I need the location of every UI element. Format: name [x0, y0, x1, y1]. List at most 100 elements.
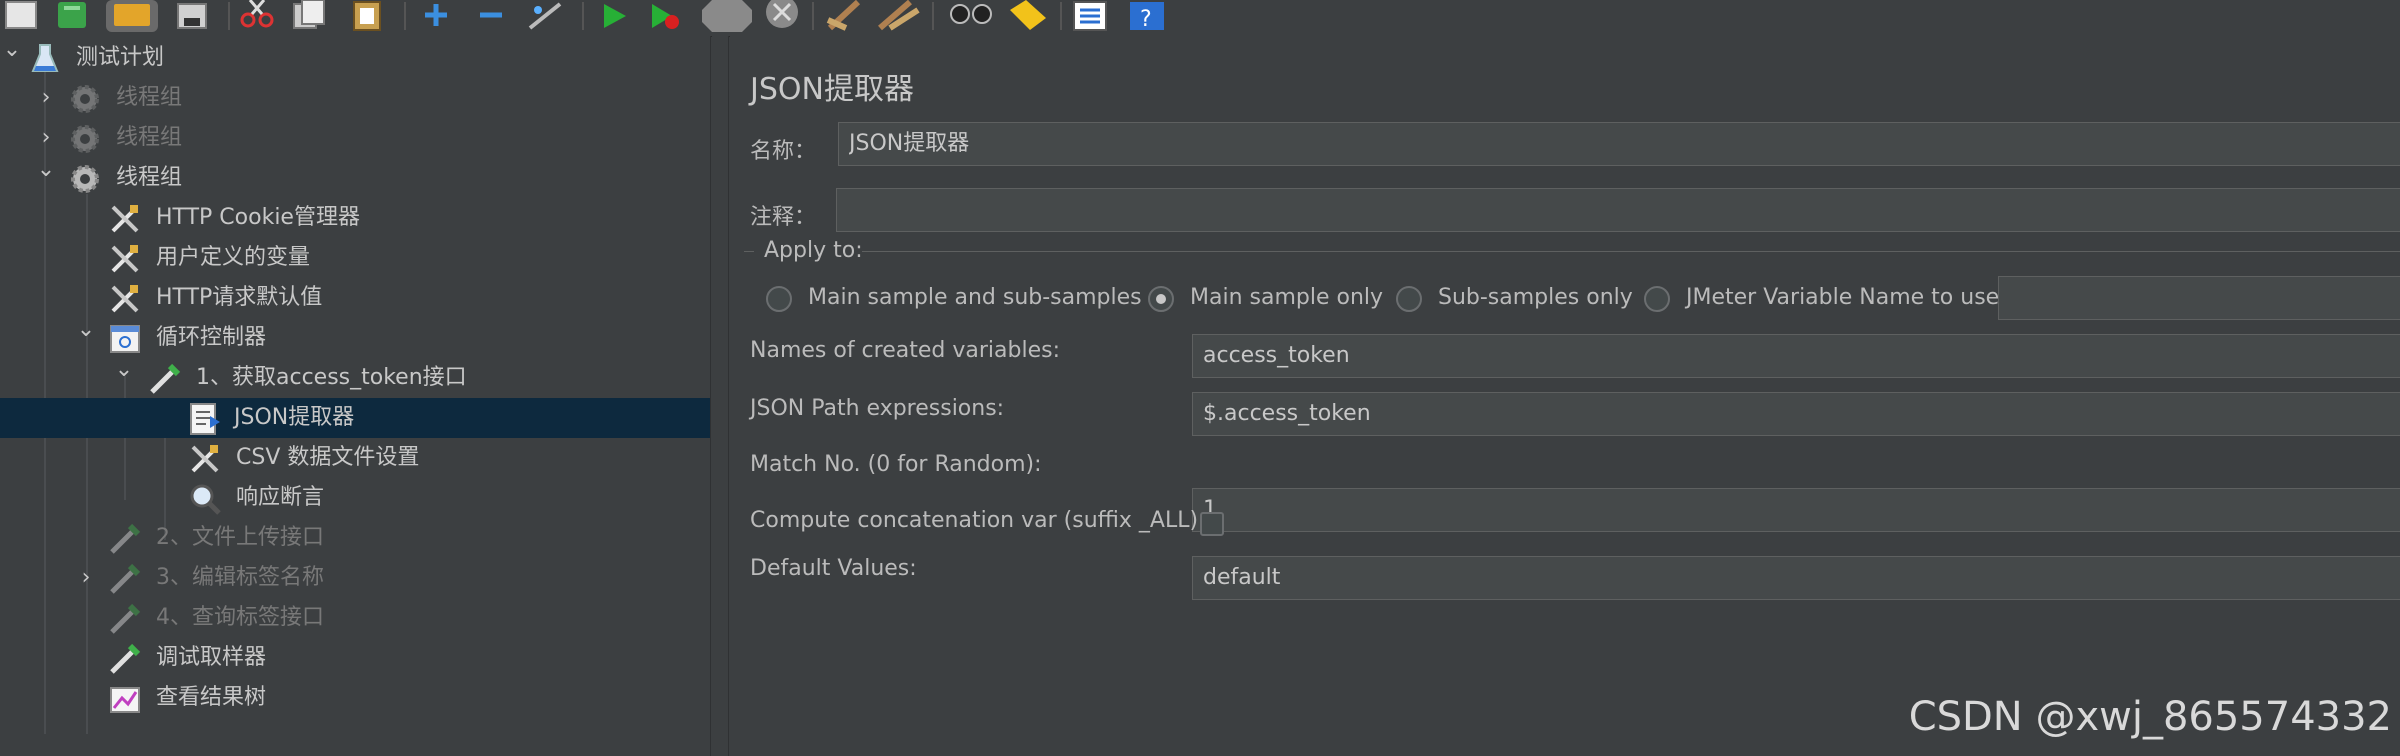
split-pane-divider[interactable]	[712, 36, 729, 756]
tree-node[interactable]: 响应断言	[0, 478, 710, 518]
tree-node-label: 响应断言	[236, 485, 325, 510]
tree-node-label: 调试取样器	[156, 645, 267, 670]
tree-node[interactable]: › 线程组	[0, 78, 710, 118]
help-icon[interactable]: ?	[1130, 2, 1164, 32]
radio-label-main-and-sub: Main sample and sub-samples	[808, 285, 1142, 310]
post-processor-icon	[188, 402, 222, 436]
tree-node[interactable]: ⌄ 线程组	[0, 158, 710, 198]
chevron-down-icon[interactable]: ⌄	[74, 318, 98, 342]
tree-node[interactable]: JSON提取器	[0, 398, 710, 438]
radio-label-main-only: Main sample only	[1190, 285, 1384, 310]
reset-search-icon[interactable]	[1010, 0, 1046, 30]
concat-checkbox[interactable]	[1200, 512, 1224, 536]
radio-main-and-sub-samples[interactable]	[766, 286, 792, 312]
apply-to-group-border	[862, 251, 2400, 252]
test-plan-icon	[28, 42, 62, 76]
search-icon[interactable]	[950, 4, 992, 24]
tree-node-label: 用户定义的变量	[156, 245, 311, 270]
tree-node-label: 测试计划	[76, 45, 165, 70]
function-helper-icon[interactable]	[1073, 1, 1107, 31]
expand-icon[interactable]	[425, 4, 447, 26]
tree-node[interactable]: HTTP请求默认值	[0, 278, 710, 318]
tree-node[interactable]: CSV 数据文件设置	[0, 438, 710, 478]
chevron-right-icon[interactable]: ›	[34, 86, 58, 110]
tree-node[interactable]: 2、文件上传接口	[0, 518, 710, 558]
config-element-icon	[188, 442, 222, 476]
config-element-icon	[108, 242, 142, 276]
name-field[interactable]	[838, 122, 2400, 166]
tree-node[interactable]: ⌄ 测试计划	[0, 38, 710, 78]
open-icon[interactable]	[106, 0, 158, 32]
start-icon[interactable]	[604, 4, 626, 28]
copy-icon[interactable]	[293, 0, 325, 29]
tree-node[interactable]: › 3、编辑标签名称	[0, 558, 710, 598]
comment-label: 注释：	[750, 205, 817, 230]
listener-chart-icon	[108, 682, 142, 716]
thread-group-icon	[68, 162, 102, 196]
clear-icon[interactable]	[826, 0, 861, 31]
tree-node-label: 4、查询标签接口	[156, 605, 324, 630]
comment-field[interactable]	[836, 188, 2400, 232]
config-element-icon	[108, 202, 142, 236]
assertion-magnifier-icon	[188, 482, 222, 516]
new-icon[interactable]	[5, 1, 37, 29]
tree-node[interactable]: › 线程组	[0, 118, 710, 158]
watermark: CSDN @xwj_865574332	[1908, 694, 2392, 740]
thread-group-icon	[68, 82, 102, 116]
match-no-field[interactable]	[1192, 488, 2400, 532]
thread-group-icon	[68, 122, 102, 156]
json-path-label: JSON Path expressions:	[750, 396, 1005, 421]
name-label: 名称：	[750, 139, 817, 164]
tree-node-label: 3、编辑标签名称	[156, 565, 324, 590]
tree-node[interactable]: 查看结果树	[0, 678, 710, 718]
loop-controller-icon	[108, 322, 142, 356]
cut-icon[interactable]	[240, 0, 274, 28]
clear-all-icon[interactable]	[878, 0, 920, 31]
match-no-label: Match No. (0 for Random):	[750, 452, 1042, 477]
jmeter-variable-name-field[interactable]	[1998, 276, 2400, 320]
templates-icon[interactable]	[58, 2, 86, 28]
apply-to-label: Apply to:	[764, 238, 863, 263]
config-element-icon	[108, 282, 142, 316]
stop-icon[interactable]	[702, 0, 752, 32]
chevron-down-icon[interactable]: ⌄	[34, 158, 58, 182]
sampler-pipette-icon	[108, 602, 142, 636]
chevron-down-icon[interactable]: ⌄	[0, 38, 24, 62]
tree-node-label: 查看结果树	[156, 685, 267, 710]
json-extractor-panel: JSON提取器 名称： 注释： Apply to: Main sample an…	[730, 36, 2400, 756]
toolbar: ?	[0, 0, 2400, 37]
tree-node-label: HTTP Cookie管理器	[156, 205, 360, 230]
save-icon[interactable]	[177, 3, 207, 29]
start-no-pause-icon[interactable]	[652, 4, 679, 29]
test-plan-tree[interactable]: ⌄ 测试计划 › 线程组 › 线程组 ⌄ 线程组 HTTP Cookie管理器 用户定义的变量 HT…	[0, 36, 711, 756]
panel-title: JSON提取器	[750, 72, 914, 107]
sampler-pipette-icon	[108, 522, 142, 556]
tree-node[interactable]: 调试取样器	[0, 638, 710, 678]
tree-node[interactable]: 用户定义的变量	[0, 238, 710, 278]
tree-node-label: CSV 数据文件设置	[236, 445, 420, 470]
tree-node-label: 线程组	[116, 125, 183, 150]
default-values-field[interactable]	[1192, 556, 2400, 600]
sampler-pipette-icon	[148, 362, 182, 396]
chevron-right-icon[interactable]: ›	[34, 126, 58, 150]
chevron-down-icon[interactable]: ⌄	[112, 358, 136, 382]
tree-node[interactable]: 4、查询标签接口	[0, 598, 710, 638]
chevron-right-icon[interactable]: ›	[74, 566, 98, 590]
json-path-field[interactable]	[1192, 392, 2400, 436]
shutdown-icon[interactable]	[766, 0, 798, 28]
sampler-pipette-icon	[108, 562, 142, 596]
variables-field[interactable]	[1192, 334, 2400, 378]
tree-node[interactable]: ⌄ 1、获取access_token接口	[0, 358, 710, 398]
tree-node[interactable]: ⌄ 循环控制器	[0, 318, 710, 358]
radio-main-sample-only[interactable]	[1148, 286, 1174, 312]
tree-node-label: 线程组	[116, 165, 183, 190]
radio-label-jmeter-variable: JMeter Variable Name to use	[1686, 285, 2000, 310]
tree-node-label: 循环控制器	[156, 325, 267, 350]
tree-node-label: 线程组	[116, 85, 183, 110]
tree-node[interactable]: HTTP Cookie管理器	[0, 198, 710, 238]
toolbar-icons: ?	[5, 0, 1164, 32]
radio-sub-samples-only[interactable]	[1396, 286, 1422, 312]
toggle-icon[interactable]	[528, 2, 562, 30]
paste-icon[interactable]	[353, 1, 381, 31]
radio-jmeter-variable[interactable]	[1644, 286, 1670, 312]
